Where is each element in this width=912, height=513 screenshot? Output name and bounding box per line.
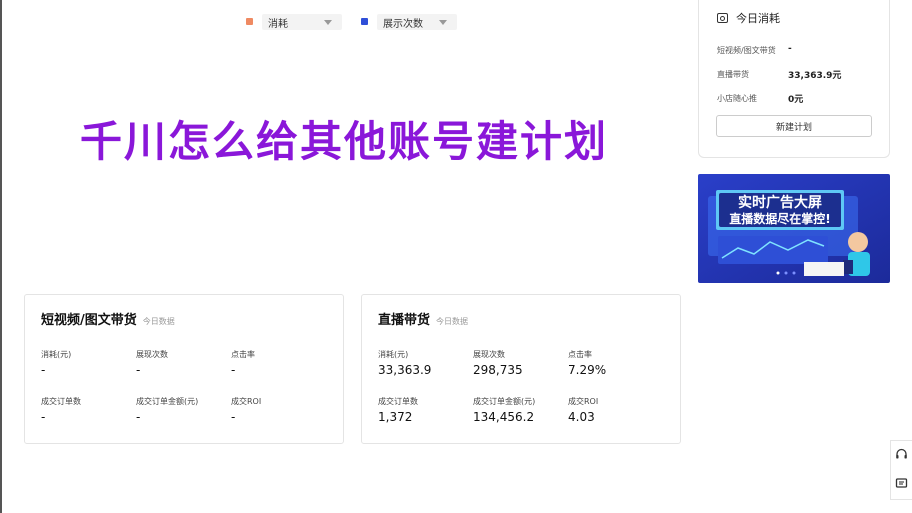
metric-value: - xyxy=(231,410,236,424)
left-border xyxy=(0,0,2,513)
metric-roi: 成交ROI - xyxy=(231,396,326,424)
overlay-headline: 千川怎么给其他账号建计划 xyxy=(80,117,609,166)
metric-ctr: 点击率 7.29% xyxy=(568,349,663,377)
metric-value: - xyxy=(41,363,46,377)
metric-label: 展现次数 xyxy=(136,350,168,359)
chevron-down-icon xyxy=(439,19,447,25)
today-spend-panel: 今日消耗 短视频/图文带货 - 直播带货 33,363.9元 小店随心推 0元 … xyxy=(698,0,890,158)
metric-label: 点击率 xyxy=(568,350,592,359)
metric-label: 消耗(元) xyxy=(41,350,72,359)
card-title-text: 短视频/图文带货 xyxy=(41,313,137,328)
metric-value: - xyxy=(136,410,141,424)
legend-select-impressions[interactable]: 展示次数 xyxy=(361,14,457,30)
floating-toolbar xyxy=(890,440,912,500)
metric-value: 33,363.9 xyxy=(378,363,432,377)
spend-row-value: 0元 xyxy=(788,95,804,105)
card-title: 直播带货 今日数据 xyxy=(378,309,468,328)
metric-order-amount: 成交订单金额(元) 134,456.2 xyxy=(473,396,568,424)
card-subtitle: 今日数据 xyxy=(142,317,175,326)
metric-spend: 消耗(元) 33,363.9 xyxy=(378,349,473,377)
card-subtitle: 今日数据 xyxy=(436,317,469,326)
message-icon[interactable] xyxy=(895,475,908,494)
chevron-down-icon xyxy=(324,19,332,25)
metric-label: 成交订单数 xyxy=(378,397,418,406)
metric-ctr: 点击率 - xyxy=(231,349,326,377)
metric-value: 7.29% xyxy=(568,363,607,377)
metric-label: 展现次数 xyxy=(473,350,505,359)
metric-label: 成交ROI xyxy=(231,397,262,406)
metric-roi: 成交ROI 4.03 xyxy=(568,396,663,424)
banner-line1: 实时广告大屏 xyxy=(738,194,822,211)
card-title-text: 直播带货 xyxy=(378,313,431,328)
legend-label: 消耗 xyxy=(268,18,288,30)
metric-spend: 消耗(元) - xyxy=(41,349,136,377)
banner-illustration: 实时广告大屏 直播数据尽在掌控! xyxy=(698,174,890,283)
legend-color-swatch xyxy=(361,18,368,25)
banner-line2: 直播数据尽在掌控! xyxy=(729,211,830,226)
metric-label: 成交订单金额(元) xyxy=(136,397,199,406)
spend-row-label: 直播带货 xyxy=(717,70,749,79)
wallet-icon xyxy=(717,13,728,23)
metric-value: 134,456.2 xyxy=(473,410,535,424)
spend-row-value: 33,363.9元 xyxy=(788,71,842,81)
metric-impressions: 展现次数 - xyxy=(136,349,231,377)
legend-color-swatch xyxy=(246,18,253,25)
metric-value: - xyxy=(136,363,141,377)
legend-label: 展示次数 xyxy=(383,18,423,30)
metric-label: 成交订单数 xyxy=(41,397,81,406)
ad-dashboard-banner[interactable]: 实时广告大屏 直播数据尽在掌控! xyxy=(698,174,890,283)
metric-label: 消耗(元) xyxy=(378,350,409,359)
metric-value: 298,735 xyxy=(473,363,523,377)
short-video-card: 短视频/图文带货 今日数据 消耗(元) - 展现次数 - 点击率 - 成交订单数 … xyxy=(24,294,344,444)
metric-label: 成交订单金额(元) xyxy=(473,397,536,406)
headset-icon[interactable] xyxy=(895,446,908,465)
metric-orders: 成交订单数 - xyxy=(41,396,136,424)
spend-row-value: - xyxy=(788,44,792,54)
panel-title-text: 今日消耗 xyxy=(736,12,780,25)
metric-impressions: 展现次数 298,735 xyxy=(473,349,568,377)
metric-label: 点击率 xyxy=(231,350,255,359)
live-streaming-card: 直播带货 今日数据 消耗(元) 33,363.9 展现次数 298,735 点击率… xyxy=(361,294,681,444)
legend-select-spend[interactable]: 消耗 xyxy=(246,14,342,30)
metric-value: 1,372 xyxy=(378,410,413,424)
metric-label: 成交ROI xyxy=(568,397,599,406)
panel-title: 今日消耗 xyxy=(717,10,780,26)
metric-value: - xyxy=(41,410,46,424)
metric-order-amount: 成交订单金额(元) - xyxy=(136,396,231,424)
metric-value: - xyxy=(231,363,236,377)
new-plan-button[interactable]: 新建计划 xyxy=(716,115,872,137)
metric-value: 4.03 xyxy=(568,410,595,424)
card-title: 短视频/图文带货 今日数据 xyxy=(41,309,175,328)
spend-row-label: 小店随心推 xyxy=(717,94,757,103)
spend-row-label: 短视频/图文带货 xyxy=(717,46,776,55)
metric-orders: 成交订单数 1,372 xyxy=(378,396,473,424)
